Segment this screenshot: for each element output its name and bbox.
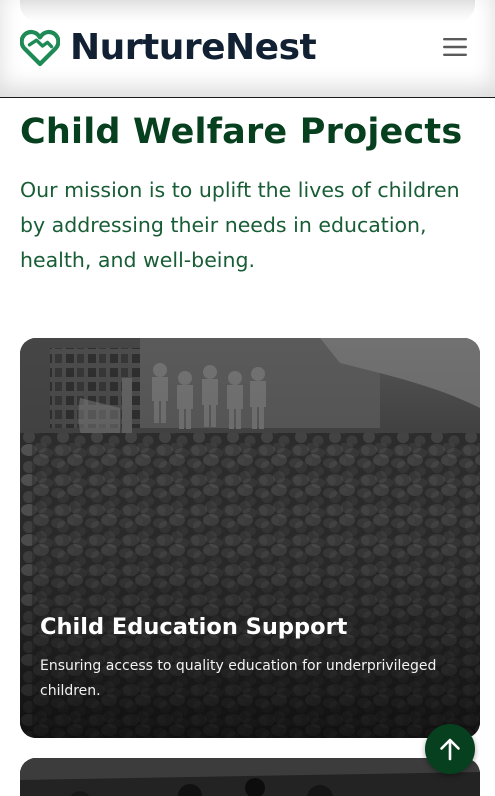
project-card-next-image — [20, 758, 480, 796]
project-card[interactable]: Child Education Support Ensuring access … — [20, 338, 480, 738]
header-shadow — [20, 0, 475, 22]
heart-hands-icon — [20, 29, 60, 67]
project-card-description: Ensuring access to quality education for… — [40, 658, 437, 699]
page-title: Child Welfare Projects — [20, 112, 463, 152]
brand-logo[interactable]: NurtureNest — [20, 27, 317, 68]
page-intro: Our mission is to uplift the lives of ch… — [20, 178, 460, 272]
page: NurtureNest Child Welfare Projects Our m… — [0, 0, 495, 796]
arrow-up-icon — [440, 738, 460, 761]
back-to-top-button[interactable] — [425, 724, 475, 774]
hamburger-menu-icon — [443, 38, 467, 56]
menu-button[interactable] — [438, 31, 472, 63]
site-header: NurtureNest — [0, 0, 495, 98]
project-card-title: Child Education Support — [40, 614, 348, 640]
project-card-next[interactable] — [20, 758, 480, 796]
brand-name: NurtureNest — [70, 27, 317, 68]
